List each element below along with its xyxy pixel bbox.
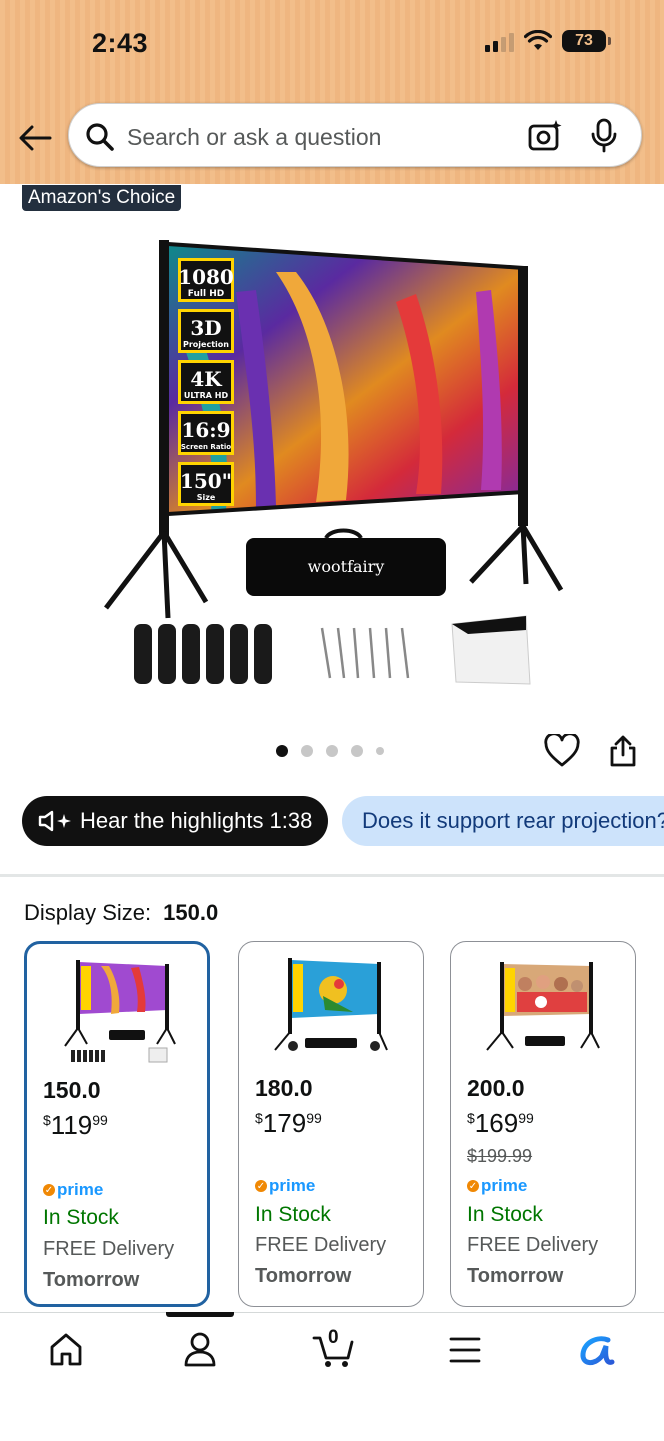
home-icon[interactable] — [48, 1330, 84, 1370]
signal-icon — [485, 30, 514, 52]
share-icon[interactable] — [608, 734, 638, 768]
image-carousel-dots[interactable] — [276, 745, 384, 757]
brand-label: wootfairy — [308, 557, 385, 576]
suggested-question-chip[interactable]: Does it support rear projection? — [342, 796, 664, 846]
search-bar[interactable]: Search or ask a question — [68, 103, 642, 167]
option-thumbnail — [274, 958, 388, 1051]
option-price: $16999 — [467, 1108, 534, 1138]
camera-search-icon[interactable] — [527, 118, 563, 154]
prime-check-icon: ✓ — [467, 1180, 479, 1192]
heart-icon[interactable] — [544, 734, 580, 768]
size-option-200[interactable]: 200.0 $16999 $199.99 ✓ prime In Stock FRE… — [450, 941, 636, 1307]
option-thumbnail — [486, 962, 600, 1051]
delivery-text: FREE Delivery — [255, 1234, 387, 1256]
svg-text:Full HD: Full HD — [188, 289, 224, 299]
svg-text:4K: 4K — [190, 367, 222, 391]
back-arrow-icon[interactable] — [16, 118, 56, 158]
amazons-choice-badge: Amazon's Choice — [22, 185, 182, 211]
menu-icon[interactable] — [448, 1334, 482, 1366]
display-size-title: Display Size: — [24, 900, 152, 925]
delivery-when: Tomorrow — [467, 1265, 564, 1287]
battery-icon: 73 — [562, 30, 611, 52]
status-icons: 73 — [485, 30, 611, 52]
section-divider — [0, 874, 664, 877]
svg-text:16:9: 16:9 — [181, 418, 230, 442]
delivery-text: FREE Delivery — [467, 1234, 599, 1256]
rufus-icon[interactable] — [578, 1334, 616, 1368]
list-price: $199.99 — [467, 1146, 533, 1166]
size-option-180[interactable]: 180.0 $17999 ✓ prime In Stock FREE Delive… — [238, 941, 424, 1307]
svg-text:150": 150" — [180, 469, 232, 493]
hear-highlights-label: Hear the highlights 1:38 — [80, 808, 313, 833]
delivery-when: Tomorrow — [43, 1269, 140, 1291]
option-price: $11999 — [43, 1110, 108, 1140]
option-size: 180.0 — [255, 1075, 313, 1101]
carousel-dot[interactable] — [326, 745, 338, 757]
delivery-text: FREE Delivery — [43, 1238, 175, 1260]
stock-status: In Stock — [467, 1203, 543, 1226]
delivery-when: Tomorrow — [255, 1265, 352, 1287]
wifi-icon — [524, 30, 552, 50]
nav-active-indicator — [166, 1312, 234, 1317]
option-thumbnail — [64, 960, 176, 1063]
carousel-dot[interactable] — [351, 745, 363, 757]
status-time: 2:43 — [92, 28, 149, 58]
prime-badge: ✓ prime — [255, 1176, 316, 1195]
stock-status: In Stock — [255, 1203, 331, 1226]
svg-text:Screen Ratio: Screen Ratio — [181, 443, 231, 451]
cart-button[interactable]: 0 — [312, 1326, 356, 1370]
cart-count: 0 — [328, 1327, 339, 1348]
hear-highlights-button[interactable]: Hear the highlights 1:38 — [22, 796, 328, 846]
display-size-value: 150.0 — [163, 900, 219, 925]
option-price: $17999 — [255, 1108, 322, 1138]
option-size: 200.0 — [467, 1075, 525, 1101]
svg-text:1080: 1080 — [178, 265, 234, 289]
svg-text:Projection: Projection — [183, 340, 229, 349]
option-size: 150.0 — [43, 1077, 101, 1103]
svg-text:3D: 3D — [190, 316, 221, 340]
prime-badge: ✓ prime — [467, 1176, 528, 1195]
search-icon — [86, 123, 114, 151]
stock-status: In Stock — [43, 1206, 119, 1229]
prime-check-icon: ✓ — [255, 1180, 267, 1192]
carousel-dot[interactable] — [276, 745, 288, 757]
prime-check-icon: ✓ — [43, 1184, 55, 1196]
product-image[interactable]: 1080 Full HD 3D Projection 4K ULTRA HD 1… — [96, 232, 566, 690]
carousel-dot[interactable] — [376, 747, 384, 755]
speaker-sparkle-icon — [38, 810, 71, 832]
microphone-icon[interactable] — [589, 118, 619, 154]
prime-badge: ✓ prime — [43, 1180, 104, 1199]
account-icon[interactable] — [182, 1330, 218, 1370]
search-input[interactable]: Search or ask a question — [127, 124, 381, 151]
carousel-dot[interactable] — [301, 745, 313, 757]
svg-text:Size: Size — [197, 493, 216, 502]
size-option-150[interactable]: 150.0 $11999 ✓ prime In Stock FREE Delive… — [24, 941, 210, 1307]
display-size-label: Display Size: 150.0 — [24, 900, 218, 926]
svg-text:ULTRA HD: ULTRA HD — [184, 391, 229, 400]
